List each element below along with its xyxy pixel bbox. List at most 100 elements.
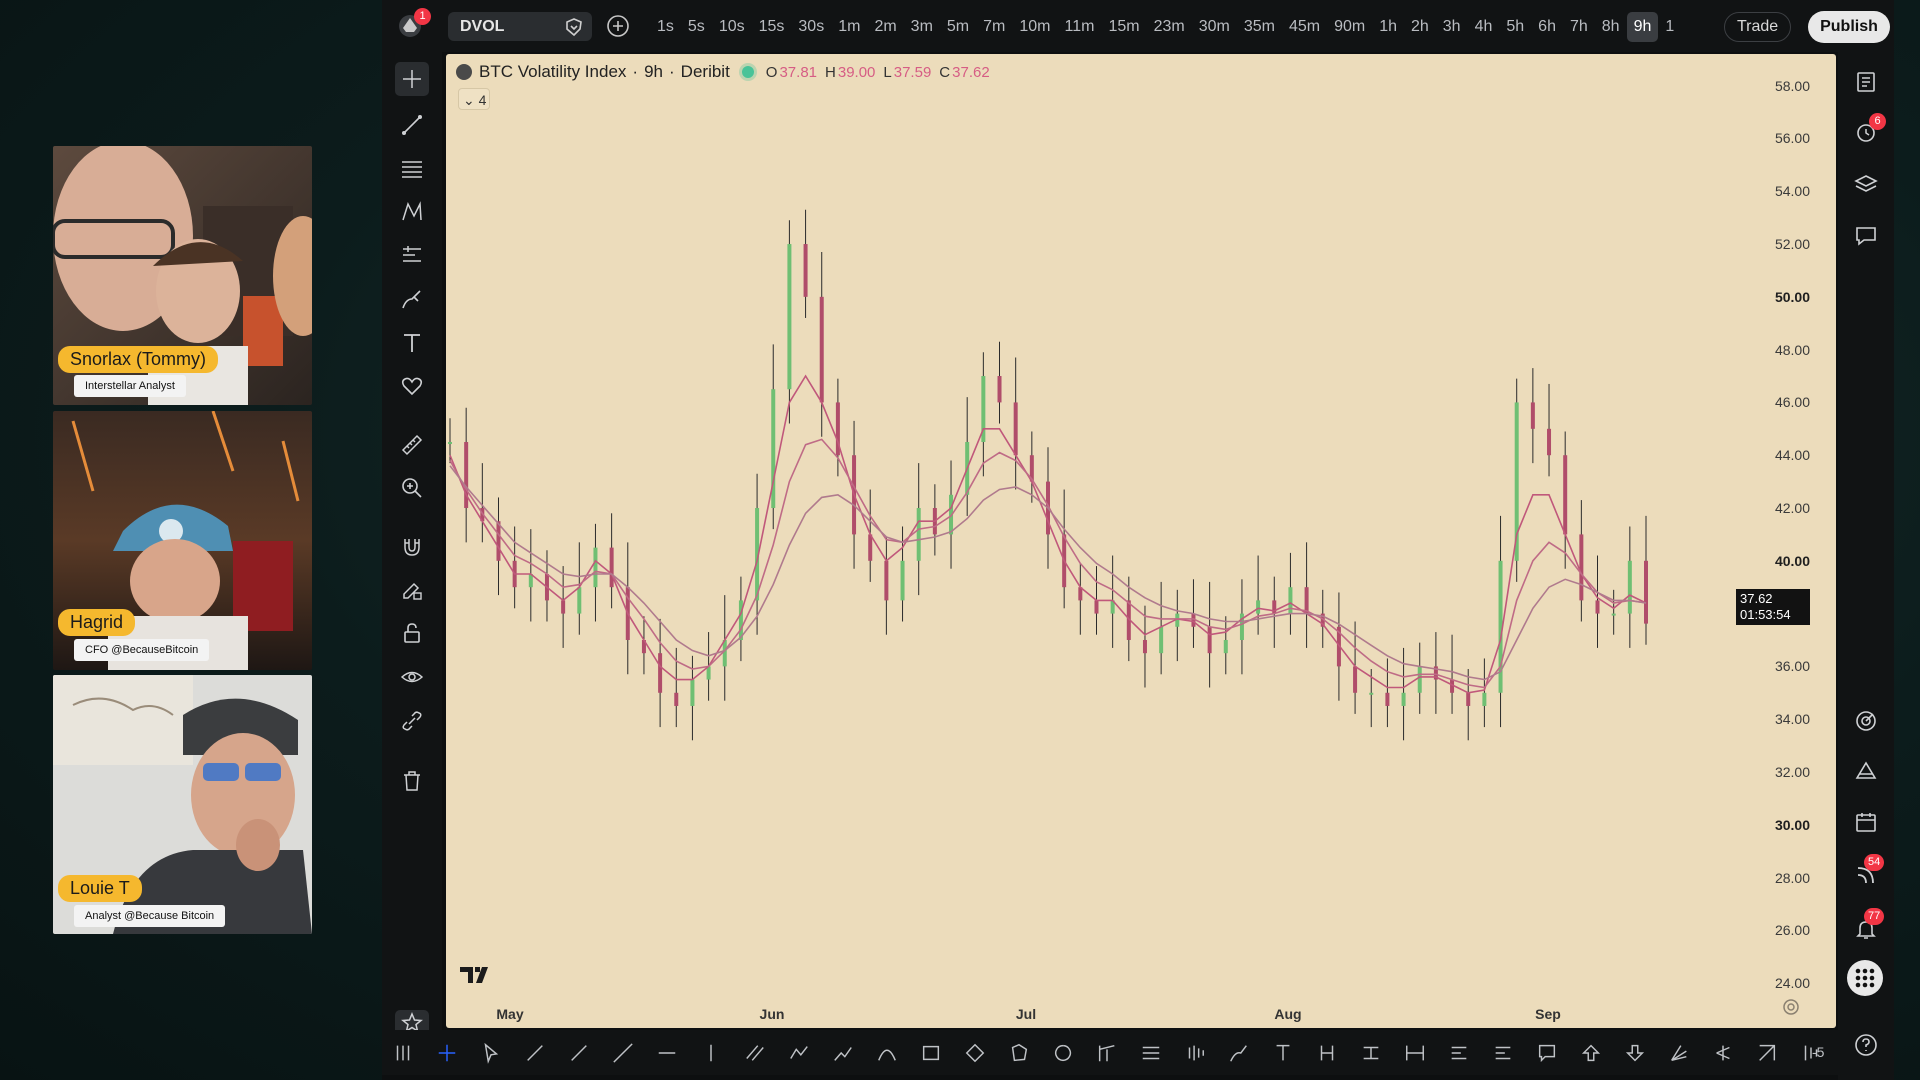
publish-button[interactable]: Publish	[1808, 11, 1890, 43]
ideas-button[interactable]	[1849, 754, 1883, 788]
callout-tool[interactable]	[1534, 1040, 1560, 1066]
timeframe-9h[interactable]: 9h	[1626, 12, 1659, 42]
notifications-button[interactable]: 77	[1849, 908, 1885, 946]
timeframe-30m[interactable]: 30m	[1192, 12, 1237, 42]
timeframe-1m[interactable]: 1m	[831, 12, 867, 42]
ray-tool[interactable]	[566, 1040, 592, 1066]
fib-fan-tool[interactable]	[1710, 1040, 1736, 1066]
trend-line-tool[interactable]	[395, 108, 429, 142]
projection-tool[interactable]	[1666, 1040, 1692, 1066]
timeframe-45m[interactable]: 45m	[1282, 12, 1327, 42]
cursor-tool[interactable]	[478, 1040, 504, 1066]
forecast-tool[interactable]	[395, 238, 429, 272]
bar-pattern-tool[interactable]	[1182, 1040, 1208, 1066]
timeframe-10s[interactable]: 10s	[712, 12, 752, 42]
date-range-tool[interactable]	[1358, 1040, 1384, 1066]
compare-symbol-icon[interactable]	[564, 17, 584, 37]
brush-tool[interactable]	[395, 282, 429, 316]
extended-line-tool[interactable]	[610, 1040, 636, 1066]
timeframe-11m[interactable]: 11m	[1058, 12, 1102, 42]
indicators-toggle[interactable]: ⌄ 4	[458, 88, 490, 110]
short-position-tool[interactable]	[1490, 1040, 1516, 1066]
trend-line-tool[interactable]	[522, 1040, 548, 1066]
watchlist-button[interactable]	[1849, 65, 1883, 99]
object-tree-button[interactable]	[1849, 167, 1883, 201]
timeframe-2h[interactable]: 2h	[1404, 12, 1436, 42]
timeframe-3m[interactable]: 3m	[904, 12, 940, 42]
timeframe-6h[interactable]: 6h	[1531, 12, 1563, 42]
timeframe-4h[interactable]: 4h	[1468, 12, 1500, 42]
timeframe-35m[interactable]: 35m	[1237, 12, 1282, 42]
timeframe-23m[interactable]: 23m	[1147, 12, 1192, 42]
timeframe-5h[interactable]: 5h	[1499, 12, 1531, 42]
add-symbol-icon[interactable]	[606, 14, 630, 38]
timeframe-10m[interactable]: 10m	[1012, 12, 1057, 42]
polygon-tool[interactable]	[1006, 1040, 1032, 1066]
ruler-tool[interactable]	[395, 428, 429, 462]
pattern-tool[interactable]	[395, 195, 429, 229]
circle-tool[interactable]	[1050, 1040, 1076, 1066]
position-tool[interactable]	[1402, 1040, 1428, 1066]
symbol-search[interactable]: DVOL	[448, 12, 592, 41]
parallel-channel-tool[interactable]	[742, 1040, 768, 1066]
fib-retracement-tool[interactable]	[1138, 1040, 1164, 1066]
drag-handle-tool[interactable]	[390, 1040, 416, 1066]
lock-drawings-tool[interactable]	[395, 573, 429, 607]
text-tool[interactable]	[1270, 1040, 1296, 1066]
polyline-tool[interactable]	[786, 1040, 812, 1066]
tradingview-logo-icon	[460, 967, 488, 983]
measure-tool[interactable]	[1754, 1040, 1780, 1066]
timeframe-90m[interactable]: 90m	[1327, 12, 1372, 42]
trade-button[interactable]: Trade	[1724, 12, 1792, 42]
chart-settings-icon[interactable]	[1782, 998, 1800, 1016]
timeframe-5m[interactable]: 5m	[940, 12, 976, 42]
indicators-tool[interactable]	[1798, 1040, 1824, 1066]
screener-button[interactable]	[1849, 704, 1883, 738]
chart-pane[interactable]: BTC Volatility Index · 9h · Deribit O 37.…	[446, 54, 1836, 1028]
path-tool[interactable]	[830, 1040, 856, 1066]
zoom-tool[interactable]	[395, 471, 429, 505]
timeframe-1h[interactable]: 1h	[1372, 12, 1404, 42]
timeframe-1s[interactable]: 1s	[650, 12, 681, 42]
timeframe-3h[interactable]: 3h	[1436, 12, 1468, 42]
timeframe-5s[interactable]: 5s	[681, 12, 712, 42]
user-menu-button[interactable]: 1	[394, 8, 431, 42]
timeframe-15s[interactable]: 15s	[752, 12, 792, 42]
text-icon	[1276, 1044, 1290, 1061]
price-range-tool[interactable]	[1314, 1040, 1340, 1066]
rotated-rectangle-tool[interactable]	[962, 1040, 988, 1066]
crosshair-tool[interactable]	[395, 62, 429, 96]
crosshair-tool[interactable]	[434, 1040, 460, 1066]
timeframe-15m[interactable]: 15m	[1101, 12, 1146, 42]
arrow-down-tool[interactable]	[1622, 1040, 1648, 1066]
news-button[interactable]: 54	[1849, 854, 1885, 892]
brush-tool[interactable]	[1226, 1040, 1252, 1066]
alerts-button[interactable]: 6	[1849, 113, 1886, 149]
timeframe-30s[interactable]: 30s	[791, 12, 831, 42]
timeframe-7m[interactable]: 7m	[976, 12, 1012, 42]
calendar-button[interactable]	[1849, 805, 1883, 839]
price-chart[interactable]	[446, 54, 1836, 1028]
help-button[interactable]	[1849, 1028, 1883, 1062]
favorites-tool[interactable]	[395, 369, 429, 403]
chats-button[interactable]	[1849, 219, 1883, 253]
lock-tool[interactable]	[395, 616, 429, 650]
arrow-up-tool[interactable]	[1578, 1040, 1604, 1066]
vertical-line-tool[interactable]	[698, 1040, 724, 1066]
visibility-tool[interactable]	[395, 660, 429, 694]
apps-button[interactable]	[1847, 960, 1883, 996]
text-tool[interactable]	[395, 326, 429, 360]
long-position-tool[interactable]	[1446, 1040, 1472, 1066]
horizontal-line-tool[interactable]	[654, 1040, 680, 1066]
timeframe-8h[interactable]: 8h	[1595, 12, 1627, 42]
timeframe-2m[interactable]: 2m	[867, 12, 903, 42]
timeframe-7h[interactable]: 7h	[1563, 12, 1595, 42]
timeframe-1[interactable]: 1	[1658, 12, 1681, 42]
fib-lines-tool[interactable]	[395, 152, 429, 186]
rectangle-tool[interactable]	[918, 1040, 944, 1066]
magnet-tool[interactable]	[395, 530, 429, 564]
pitchfork-tool[interactable]	[1094, 1040, 1120, 1066]
link-tool[interactable]	[395, 704, 429, 738]
remove-drawings-tool[interactable]	[395, 764, 429, 798]
arc-tool[interactable]	[874, 1040, 900, 1066]
